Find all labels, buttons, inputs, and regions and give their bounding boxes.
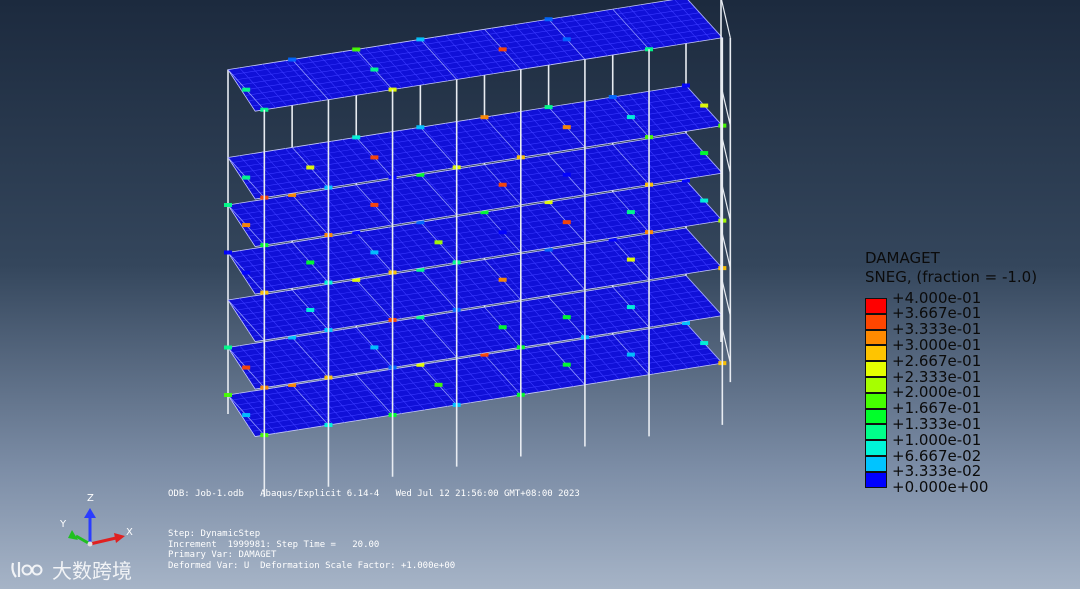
damage-hotspot [562, 125, 571, 130]
step-line: Step: DynamicStep [168, 529, 261, 539]
deformed-var-line: Deformed Var: U Deformation Scale Factor… [168, 560, 456, 571]
damage-hotspot [370, 67, 379, 72]
legend-tick-label: +4.000e-01 [892, 288, 982, 307]
damage-hotspot [370, 345, 379, 350]
legend-tick-label: +1.333e-01 [892, 414, 982, 433]
legend-tick-label: +1.667e-01 [892, 399, 982, 418]
legend-color-swatch [865, 424, 887, 441]
legend-tick-label: +6.667e-02 [892, 446, 982, 465]
damage-hotspot [682, 83, 690, 88]
damage-hotspot [562, 172, 571, 177]
watermark-text: 大数跨境 [52, 559, 132, 583]
damage-hotspot [306, 307, 315, 312]
damage-hotspot [700, 151, 709, 156]
damage-hotspot [288, 57, 297, 62]
legend-tick-label: +0.000e+00 [892, 478, 989, 497]
damage-hotspot [608, 95, 617, 100]
legend-tick-label: +1.000e-01 [892, 430, 982, 449]
legend-tick-label: +3.000e-01 [892, 335, 982, 354]
contour-legend: DAMAGET SNEG, (fraction = -1.0) +4.000e-… [865, 249, 1075, 495]
damage-hotspot [544, 105, 553, 110]
damage-hotspot [242, 413, 251, 418]
damage-hotspot [498, 325, 507, 330]
damage-hotspot [416, 37, 425, 42]
damage-hotspot [370, 250, 379, 255]
legend-color-swatch [865, 329, 887, 346]
legend-color-swatch [865, 471, 887, 488]
legend-title-variable: DAMAGET [865, 249, 940, 267]
damage-hotspot [370, 155, 379, 160]
damage-hotspot [498, 230, 507, 235]
damage-hotspot [626, 305, 635, 310]
damage-hotspot [242, 223, 251, 228]
view-triad: Z X Y [54, 492, 144, 556]
damage-hotspot [224, 345, 232, 350]
watermark: 大数跨境 [10, 555, 132, 584]
damage-hotspot [700, 198, 709, 203]
triad-axes-icon [68, 508, 125, 547]
damage-hotspot [562, 362, 571, 367]
legend-color-swatch [865, 361, 887, 377]
odb-info-line: ODB: Job-1.odb Abaqus/Explicit 6.14-4 We… [168, 489, 580, 499]
damage-hotspot [224, 393, 232, 397]
damage-hotspot [306, 165, 315, 170]
legend-color-swatch [865, 408, 887, 425]
damage-hotspot [306, 260, 315, 265]
damage-hotspot [224, 203, 232, 207]
damage-hotspot [370, 202, 379, 207]
damage-hotspot [626, 210, 635, 215]
legend-tick-label: +3.333e-01 [892, 320, 982, 339]
damage-hotspot [434, 240, 443, 245]
damage-hotspot [416, 125, 425, 130]
damage-hotspot [352, 135, 361, 140]
damage-hotspot [700, 103, 709, 108]
legend-color-swatch [865, 313, 887, 330]
triad-z-label: Z [87, 493, 94, 504]
damage-hotspot [352, 47, 361, 52]
legend-color-swatch [865, 440, 887, 456]
damage-hotspot [224, 250, 232, 255]
legend-color-swatch [865, 456, 887, 472]
legend-tick-label: +3.667e-01 [892, 304, 982, 323]
legend-color-swatch [865, 298, 887, 314]
damage-hotspot [544, 17, 553, 22]
legend-tick-label: +2.000e-01 [892, 383, 982, 402]
triad-y-label: Y [60, 519, 67, 530]
step-info-block: Step: DynamicStep Increment 1999981: Step… [168, 529, 455, 571]
damage-hotspot [562, 220, 571, 225]
legend-color-swatch [865, 392, 887, 409]
damage-hotspot [626, 115, 635, 120]
damage-hotspot [498, 47, 507, 52]
legend-color-swatch [865, 345, 887, 362]
beam [720, 0, 731, 38]
legend-title-section: SNEG, (fraction = -1.0) [865, 268, 1038, 286]
legend-tick-label: +3.333e-02 [892, 462, 982, 481]
damage-hotspot [700, 341, 709, 346]
damage-hotspot [562, 315, 571, 320]
legend-color-scale: +4.000e-01 +3.667e-01 +3.333e-01 +3.000e-01… [865, 288, 1075, 495]
watermark-logo-icon [11, 561, 43, 578]
damage-hotspot [562, 37, 571, 42]
damage-hotspot [480, 115, 489, 120]
damage-hotspot [498, 182, 507, 187]
damage-hotspot [626, 352, 635, 357]
triad-x-label: X [126, 527, 133, 538]
damage-hotspot [242, 87, 251, 92]
damage-hotspot [242, 175, 251, 180]
damage-hotspot [242, 270, 251, 275]
legend-tick-label: +2.667e-01 [892, 351, 982, 370]
damage-hotspot [242, 365, 251, 370]
increment-line: Increment 1999981: Step Time = 20.00 [168, 539, 380, 550]
damage-hotspot [626, 257, 635, 262]
legend-tick-label: +2.333e-01 [892, 367, 982, 386]
damage-hotspot [498, 277, 507, 282]
damage-hotspot [434, 382, 443, 387]
legend-color-swatch [865, 377, 887, 393]
primary-var-line: Primary Var: DAMAGET [168, 550, 277, 560]
